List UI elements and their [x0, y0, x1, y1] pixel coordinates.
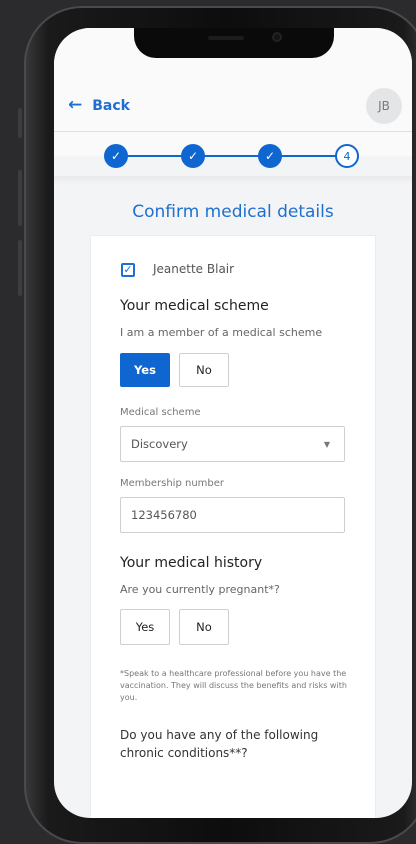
membership-number-value: 123456780: [131, 508, 197, 522]
avatar[interactable]: JB: [366, 88, 402, 124]
patient-name: Jeanette Blair: [153, 262, 235, 276]
medical-scheme-label: Medical scheme: [120, 407, 201, 418]
medical-history-heading: Your medical history: [120, 555, 263, 571]
pregnant-question: Are you currently pregnant*?: [120, 583, 280, 596]
check-icon: ✓: [110, 149, 122, 163]
front-camera: [272, 32, 282, 42]
back-button[interactable]: ← Back: [68, 97, 130, 114]
caret-down-icon: ▼: [323, 440, 330, 449]
phone-volume-up: [18, 170, 22, 226]
step-2-complete: ✓: [181, 144, 205, 168]
arrow-left-icon: ←: [68, 95, 83, 115]
membership-number-input[interactable]: 123456780: [120, 497, 345, 533]
pregnant-no-button[interactable]: No: [179, 609, 229, 645]
check-icon: ✓: [264, 149, 276, 163]
member-question: I am a member of a medical scheme: [120, 326, 323, 339]
medical-scheme-value: Discovery: [131, 437, 188, 451]
stepper-line: [116, 155, 346, 157]
phone-screen: ← Back JB ✓ ✓ ✓ 4 Confirm medical detail…: [54, 28, 412, 818]
step-3-complete: ✓: [258, 144, 282, 168]
scheme-no-button[interactable]: No: [179, 353, 229, 387]
patient-checkbox[interactable]: ✓: [121, 263, 135, 277]
check-icon: ✓: [187, 149, 199, 163]
step-4-current: 4: [335, 144, 359, 168]
phone-notch: [134, 28, 334, 58]
back-label: Back: [92, 97, 130, 114]
progress-stepper: ✓ ✓ ✓ 4: [104, 144, 364, 168]
phone-mute-switch: [18, 108, 22, 138]
medical-scheme-select[interactable]: Discovery ▼: [120, 426, 345, 462]
step-1-complete: ✓: [104, 144, 128, 168]
medical-scheme-heading: Your medical scheme: [120, 298, 269, 314]
pregnant-yes-button[interactable]: Yes: [120, 609, 170, 645]
vaccination-footnote: *Speak to a healthcare professional befo…: [120, 669, 347, 702]
header-shadow: [54, 176, 412, 184]
details-card: ✓ Jeanette Blair Your medical scheme I a…: [90, 235, 376, 818]
scheme-yes-button[interactable]: Yes: [120, 353, 170, 387]
phone-volume-down: [18, 240, 22, 296]
check-icon: ✓: [123, 263, 133, 276]
speaker-grille: [208, 36, 244, 40]
chronic-conditions-question: Do you have any of the following chronic…: [120, 728, 319, 760]
header-divider: [54, 131, 412, 132]
membership-number-label: Membership number: [120, 478, 225, 489]
page-title: Confirm medical details: [132, 202, 334, 222]
